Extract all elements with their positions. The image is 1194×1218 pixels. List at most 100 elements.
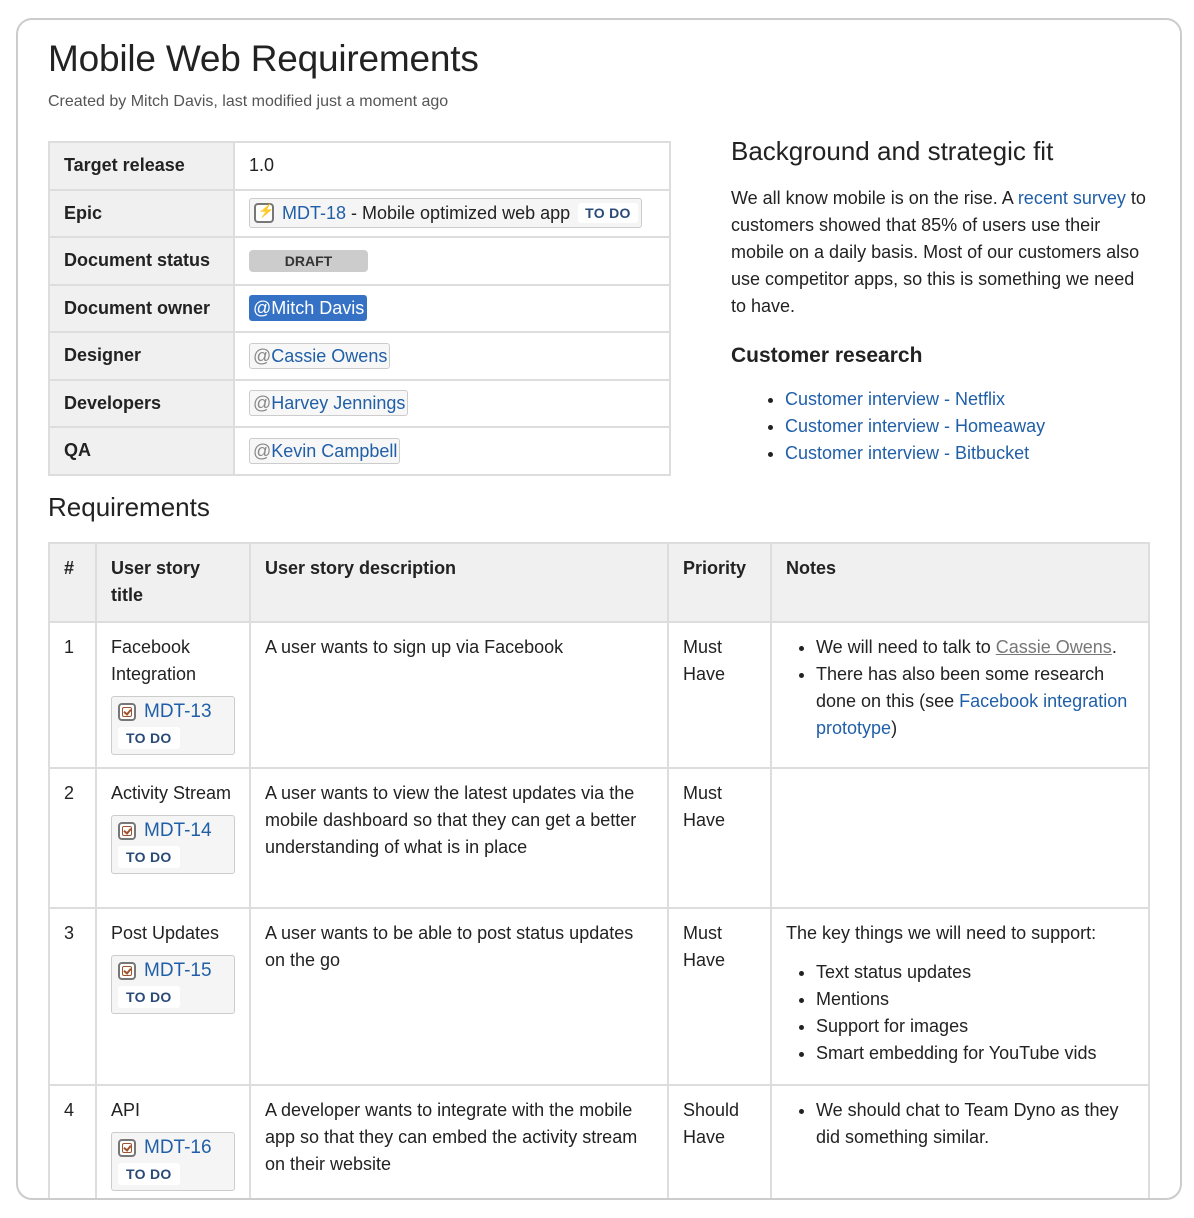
- story-description: A developer wants to integrate with the …: [249, 1084, 669, 1198]
- meta-row-epic: Epic MDT-18 - Mobile optimized web app T…: [48, 188, 671, 238]
- row-number: 4: [48, 1084, 97, 1198]
- meta-row-document-status: Document status DRAFT: [48, 236, 671, 286]
- story-title: Facebook Integration: [111, 637, 197, 684]
- cassie-owens-mention-link[interactable]: Cassie Owens: [996, 637, 1112, 657]
- story-description: A user wants to be able to post status u…: [249, 907, 669, 1086]
- recent-survey-link[interactable]: recent survey: [1018, 188, 1126, 208]
- table-row: 4 API MDT-16 TO DO A developer wants to …: [48, 1084, 1150, 1198]
- note-text: ): [891, 718, 898, 738]
- notes-cell: [770, 767, 1150, 909]
- issue-key-link[interactable]: MDT-15: [144, 957, 212, 984]
- meta-row-designer: Designer @Cassie Owens: [48, 331, 671, 381]
- notes-list: Text status updates Mentions Support for…: [786, 959, 1134, 1067]
- priority: Must Have: [667, 767, 772, 909]
- background-paragraph: We all know mobile is on the rise. A rec…: [731, 185, 1151, 320]
- story-description: A user wants to sign up via Facebook: [249, 621, 669, 769]
- story-title: Activity Stream: [111, 783, 232, 803]
- issue-key-link[interactable]: MDT-14: [144, 817, 212, 844]
- meta-row-developers: Developers @Harvey Jennings: [48, 378, 671, 428]
- list-item: Customer interview - Netflix: [785, 386, 1151, 413]
- customer-research-list: Customer interview - Netflix Customer in…: [731, 386, 1151, 467]
- jira-issue-macro[interactable]: MDT-15 TO DO: [111, 955, 235, 1014]
- story-description: A user wants to view the latest updates …: [249, 767, 669, 909]
- issue-key-link[interactable]: MDT-13: [144, 698, 212, 725]
- notes-list: We will need to talk to Cassie Owens. Th…: [786, 634, 1134, 742]
- column-header-priority: Priority: [667, 542, 772, 623]
- mention-name: Harvey Jennings: [271, 393, 406, 414]
- story-title: Post Updates: [111, 923, 220, 943]
- note-text: .: [1111, 637, 1117, 657]
- row-number: 1: [48, 621, 97, 769]
- qa-mention[interactable]: @Kevin Campbell: [249, 437, 401, 464]
- issue-key-link[interactable]: MDT-16: [144, 1134, 212, 1161]
- story-icon: [118, 1138, 136, 1157]
- background-text: We all know mobile is on the rise. A: [731, 188, 1018, 208]
- story-title: API: [111, 1100, 141, 1120]
- notes-intro: The key things we will need to support:: [786, 923, 1097, 943]
- column-header-title: User story title: [95, 542, 251, 623]
- epic-summary: Mobile optimized web app: [362, 202, 571, 223]
- notes-cell: The key things we will need to support: …: [770, 907, 1150, 1086]
- story-title-cell: Activity Stream MDT-14 TO DO: [95, 767, 251, 909]
- column-header-notes: Notes: [770, 542, 1150, 623]
- list-item: Support for images: [816, 1013, 1134, 1040]
- table-header-row: # User story title User story descriptio…: [48, 542, 1150, 623]
- at-symbol: @: [253, 298, 272, 319]
- meta-label: Target release: [48, 141, 235, 191]
- list-item: There has also been some research done o…: [816, 661, 1134, 742]
- meta-row-document-owner: Document owner @Mitch Davis: [48, 283, 671, 333]
- jira-epic-macro[interactable]: MDT-18 - Mobile optimized web app TO DO: [249, 198, 642, 229]
- column-header-number: #: [48, 542, 97, 623]
- meta-label: Document owner: [48, 283, 235, 333]
- meta-row-qa: QA @Kevin Campbell: [48, 426, 671, 476]
- story-title-cell: API MDT-16 TO DO: [95, 1084, 251, 1198]
- at-symbol: @: [253, 393, 272, 414]
- epic-issue-key-link[interactable]: MDT-18: [282, 203, 346, 224]
- mention-name: Mitch Davis: [271, 298, 365, 319]
- priority: Must Have: [667, 907, 772, 1086]
- story-title-cell: Post Updates MDT-15 TO DO: [95, 907, 251, 1086]
- jira-issue-macro[interactable]: MDT-16 TO DO: [111, 1132, 235, 1191]
- list-item: Smart embedding for YouTube vids: [816, 1040, 1134, 1067]
- issue-status-lozenge: TO DO: [118, 986, 180, 1008]
- epic-status-lozenge: TO DO: [578, 203, 638, 224]
- customer-research-heading: Customer research: [731, 344, 923, 367]
- list-item: Customer interview - Homeaway: [785, 413, 1151, 440]
- mention-name: Kevin Campbell: [271, 440, 398, 461]
- background-section: Background and strategic fit We all know…: [731, 136, 1151, 467]
- epic-separator: -: [346, 202, 363, 223]
- table-row: 3 Post Updates MDT-15 TO DO A user wants…: [48, 907, 1150, 1086]
- background-heading: Background and strategic fit: [731, 136, 1054, 166]
- customer-interview-link[interactable]: Customer interview - Netflix: [785, 389, 1005, 409]
- designer-mention[interactable]: @Cassie Owens: [249, 342, 391, 369]
- epic-icon: [254, 203, 274, 224]
- meta-label: Developers: [48, 378, 235, 428]
- jira-issue-macro[interactable]: MDT-13 TO DO: [111, 696, 235, 755]
- page-title: Mobile Web Requirements: [48, 38, 479, 79]
- table-row: 2 Activity Stream MDT-14 TO DO A user wa…: [48, 767, 1150, 909]
- issue-status-lozenge: TO DO: [118, 1163, 180, 1185]
- column-header-description: User story description: [249, 542, 669, 623]
- story-title-cell: Facebook Integration MDT-13 TO DO: [95, 621, 251, 769]
- mention-name: Cassie Owens: [271, 345, 388, 366]
- document-owner-mention[interactable]: @Mitch Davis: [249, 295, 368, 322]
- story-icon: [118, 961, 136, 980]
- meta-label: Designer: [48, 331, 235, 381]
- customer-interview-link[interactable]: Customer interview - Bitbucket: [785, 443, 1029, 463]
- target-release-value: 1.0: [233, 141, 671, 191]
- developers-mention[interactable]: @Harvey Jennings: [249, 390, 409, 417]
- page-properties-table: Target release 1.0 Epic MDT-18 - Mobile …: [48, 141, 671, 476]
- document-status-lozenge: DRAFT: [249, 249, 368, 272]
- jira-issue-macro[interactable]: MDT-14 TO DO: [111, 815, 235, 874]
- note-text: We will need to talk to: [816, 637, 996, 657]
- list-item: Customer interview - Bitbucket: [785, 440, 1151, 467]
- at-symbol: @: [253, 440, 272, 461]
- priority: Should Have: [667, 1084, 772, 1198]
- meta-row-target-release: Target release 1.0: [48, 141, 671, 191]
- customer-interview-link[interactable]: Customer interview - Homeaway: [785, 416, 1045, 436]
- notes-list: We should chat to Team Dyno as they did …: [786, 1097, 1134, 1151]
- row-number: 3: [48, 907, 97, 1086]
- issue-status-lozenge: TO DO: [118, 727, 180, 749]
- meta-label: Document status: [48, 236, 235, 286]
- table-row: 1 Facebook Integration MDT-13 TO DO A us…: [48, 621, 1150, 769]
